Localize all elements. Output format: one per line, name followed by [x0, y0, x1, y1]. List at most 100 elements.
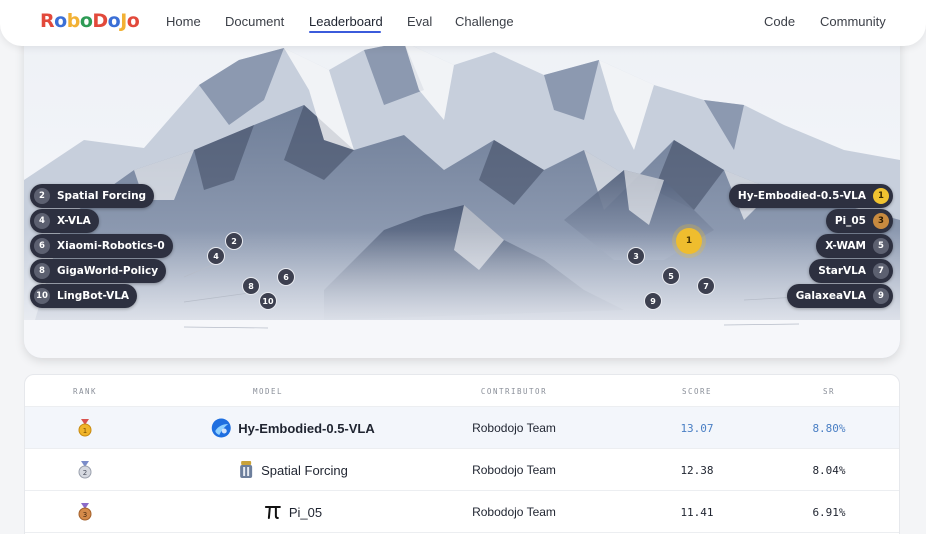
nav-community[interactable]: Community	[820, 14, 886, 29]
model-label: LingBot-VLA	[57, 290, 130, 302]
table-row[interactable]: 3 Pi_05 Robodojo Team 11.41 6.91%	[25, 491, 899, 533]
peak-marker-3[interactable]: 3	[627, 247, 645, 265]
rank-cell: 1	[78, 407, 92, 449]
rank-cell: 3	[78, 491, 92, 533]
rank-badge: 9	[873, 288, 889, 304]
active-tab-indicator	[309, 31, 381, 33]
pi-logo-icon	[264, 506, 281, 519]
nav-eval[interactable]: Eval	[407, 14, 432, 29]
sr-cell: 6.91%	[812, 491, 845, 533]
table-header: RANK MODEL CONTRIBUTOR SCORE SR	[25, 375, 899, 407]
header-contributor[interactable]: CONTRIBUTOR	[481, 387, 547, 396]
nav-home[interactable]: Home	[166, 14, 201, 29]
contributor-name: Robodojo Team	[472, 463, 556, 477]
peak-marker-5[interactable]: 5	[662, 267, 680, 285]
robodojo-logo[interactable]: RoboDoJo	[40, 10, 140, 32]
rank-badge: 5	[873, 238, 889, 254]
hero-label-spatial-forcing[interactable]: 2 Spatial Forcing	[30, 184, 155, 208]
logo-letter: D	[92, 10, 108, 32]
rank-badge: 3	[873, 213, 889, 229]
hero-label-lingbot-vla[interactable]: 10 LingBot-VLA	[30, 284, 138, 308]
rank-cell: 2	[78, 449, 92, 491]
peak-marker-7[interactable]: 7	[697, 277, 715, 295]
spatial-forcing-logo-icon	[240, 461, 253, 478]
model-label: Spatial Forcing	[57, 190, 147, 202]
logo-letter: o	[54, 10, 67, 32]
hero-label-gigaworld-policy[interactable]: 8 GigaWorld-Policy	[30, 259, 167, 283]
gold-medal-icon: 1	[78, 419, 92, 437]
leaderboard-hero: 2 Spatial Forcing 4 X-VLA 6 Xiaomi-Robot…	[24, 30, 900, 358]
model-name[interactable]: Pi_05	[289, 505, 322, 520]
hy-embodied-logo-icon	[211, 418, 231, 438]
model-label: X-VLA	[57, 215, 91, 227]
hero-label-xiaomi-robotics-0[interactable]: 6 Xiaomi-Robotics-0	[30, 234, 173, 258]
model-label: Pi_05	[834, 215, 866, 227]
hero-label-starvla[interactable]: StarVLA 7	[809, 259, 893, 283]
sr-value: 6.91%	[812, 505, 846, 519]
sr-cell: 8.80%	[812, 407, 845, 449]
rank-badge: 1	[873, 188, 889, 204]
rank-badge: 4	[34, 213, 50, 229]
logo-letter: o	[126, 10, 140, 32]
table-row[interactable]: 1 Hy-Embodied-0.5-VLA Robodojo Team 13.0…	[25, 407, 899, 449]
nav-challenge[interactable]: Challenge	[455, 14, 514, 29]
peak-marker-8[interactable]: 8	[242, 277, 260, 295]
model-label: GalaxeaVLA	[795, 290, 866, 302]
logo-letter: R	[40, 10, 55, 32]
peak-marker-1[interactable]: 1	[676, 228, 702, 254]
hero-label-hy-embodied[interactable]: Hy-Embodied-0.5-VLA 1	[728, 184, 893, 208]
model-label: StarVLA	[818, 265, 866, 277]
svg-text:2: 2	[83, 469, 87, 477]
header-model[interactable]: MODEL	[253, 387, 283, 396]
svg-text:1: 1	[83, 427, 87, 435]
header-score[interactable]: SCORE	[682, 387, 712, 396]
peak-marker-10[interactable]: 10	[259, 292, 277, 310]
nav-code[interactable]: Code	[764, 14, 795, 29]
hero-label-x-wam[interactable]: X-WAM 5	[816, 234, 893, 258]
header-sr[interactable]: SR	[823, 387, 835, 396]
score-value: 11.41	[680, 505, 714, 519]
logo-letter: J	[120, 10, 127, 32]
nav-document[interactable]: Document	[225, 14, 284, 29]
score-cell: 11.41	[680, 491, 713, 533]
nav-leaderboard[interactable]: Leaderboard	[309, 14, 383, 29]
svg-text:3: 3	[83, 511, 87, 519]
rank-badge: 7	[873, 263, 889, 279]
contributor-cell: Robodojo Team	[472, 407, 556, 449]
score-cell: 12.38	[680, 449, 713, 491]
table-row[interactable]: 2 Spatial Forcing Robodojo Team 12.38 8.…	[25, 449, 899, 491]
peak-marker-9[interactable]: 9	[644, 292, 662, 310]
score-value: 13.07	[680, 421, 714, 435]
leaderboard-table: RANK MODEL CONTRIBUTOR SCORE SR 1 Hy-Emb…	[24, 374, 900, 534]
top-nav: RoboDoJo Home Document Leaderboard Eval …	[0, 0, 926, 46]
contributor-cell: Robodojo Team	[472, 491, 556, 533]
score-cell: 13.07	[680, 407, 713, 449]
logo-letter: o	[107, 10, 121, 32]
peak-marker-6[interactable]: 6	[277, 268, 295, 286]
hero-label-x-vla[interactable]: 4 X-VLA	[30, 209, 99, 233]
peak-marker-2[interactable]: 2	[225, 232, 243, 250]
bronze-medal-icon: 3	[78, 503, 92, 521]
logo-letter: b	[66, 10, 81, 32]
hero-label-pi-05[interactable]: Pi_05 3	[825, 209, 893, 233]
sr-value: 8.80%	[812, 421, 846, 435]
model-cell: Spatial Forcing	[238, 449, 348, 491]
rank-badge: 10	[34, 288, 50, 304]
rank-badge: 6	[34, 238, 50, 254]
peak-marker-4[interactable]: 4	[207, 247, 225, 265]
rank-badge: 2	[34, 188, 50, 204]
model-label: X-WAM	[825, 240, 866, 252]
sr-cell: 8.04%	[812, 449, 845, 491]
hero-label-galaxeavla[interactable]: GalaxeaVLA 9	[786, 284, 893, 308]
score-value: 12.38	[680, 463, 714, 477]
model-name[interactable]: Spatial Forcing	[261, 463, 348, 478]
model-cell: Pi_05	[264, 491, 322, 533]
contributor-name: Robodojo Team	[472, 421, 556, 435]
rank-badge: 8	[34, 263, 50, 279]
model-label: Xiaomi-Robotics-0	[57, 240, 165, 252]
logo-letter: o	[79, 10, 93, 32]
model-name[interactable]: Hy-Embodied-0.5-VLA	[238, 421, 375, 436]
header-rank[interactable]: RANK	[73, 387, 97, 396]
silver-medal-icon: 2	[78, 461, 92, 479]
sr-value: 8.04%	[812, 463, 846, 477]
